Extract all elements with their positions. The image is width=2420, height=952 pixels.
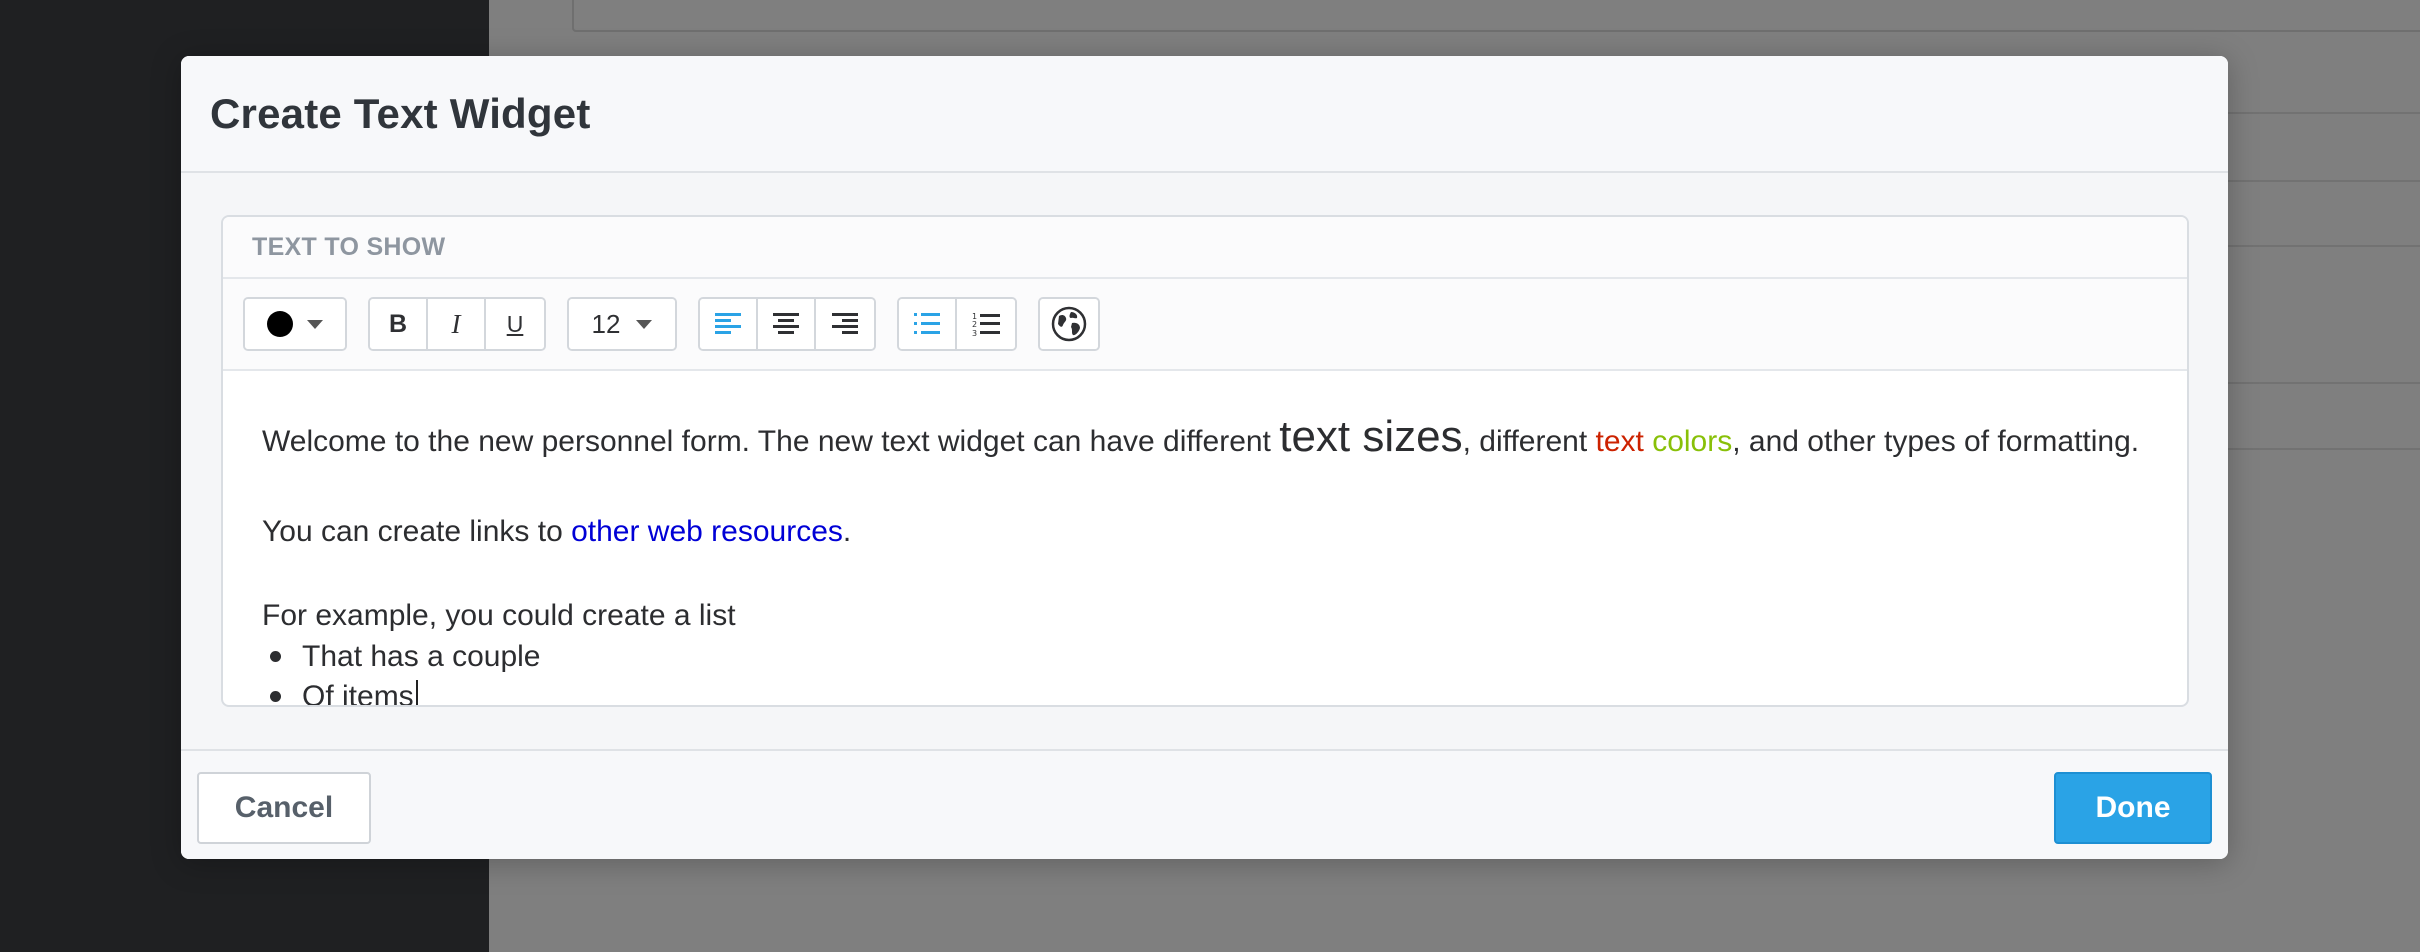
done-button[interactable]: Done: [2054, 772, 2212, 844]
rich-text-editor[interactable]: Welcome to the new personnel form. The n…: [223, 371, 2187, 707]
list-item: That has a couple: [262, 637, 2149, 677]
insert-link-button[interactable]: [1040, 299, 1098, 349]
background-divider: [2220, 448, 2420, 450]
list-item-text: Of items: [302, 679, 414, 707]
red-text: text: [1595, 425, 1644, 458]
bullet-list-icon: [914, 313, 940, 334]
numbered-list-icon: 1 2 3: [972, 312, 1000, 337]
numbered-list-button[interactable]: 1 2 3: [957, 299, 1015, 349]
editor-paragraph: For example, you could create a list: [262, 599, 736, 633]
green-text: colors: [1652, 425, 1733, 458]
align-right-icon: [832, 313, 858, 334]
svg-text:3: 3: [972, 329, 977, 337]
align-center-button[interactable]: [758, 299, 816, 349]
list-item-text: That has a couple: [302, 639, 541, 673]
editor-text: , different: [1462, 425, 1596, 458]
chevron-down-icon: [307, 319, 323, 329]
formatting-toolbar: B I U 12 1 2 3: [223, 279, 2187, 371]
font-size-value: 12: [591, 308, 621, 339]
bold-button[interactable]: B: [370, 299, 428, 349]
dialog-footer: Cancel Done: [181, 749, 2228, 859]
editor-text: .: [842, 514, 852, 548]
background-divider: [2220, 112, 2420, 114]
chevron-down-icon: [636, 319, 653, 329]
align-left-icon: [715, 313, 741, 334]
bullet-icon: [270, 651, 281, 662]
dialog-title: Create Text Widget: [210, 89, 591, 137]
editor-paragraph: You can create links to other web resour…: [262, 511, 2149, 552]
align-left-button[interactable]: [700, 299, 758, 349]
bullet-list: That has a couple Of items: [262, 637, 2149, 707]
list-item: Of items: [262, 677, 2149, 707]
align-center-icon: [773, 313, 799, 334]
globe-icon: [1051, 306, 1087, 342]
web-resources-link[interactable]: other web resources: [571, 515, 843, 548]
text-color-dropdown[interactable]: [245, 299, 345, 349]
editor-text: , and other types of formatting.: [1732, 425, 2140, 458]
align-right-button[interactable]: [816, 299, 874, 349]
editor-text: [1644, 425, 1652, 458]
dialog-header: Create Text Widget: [181, 56, 2228, 173]
editor-paragraph: Welcome to the new personnel form. The n…: [262, 407, 2149, 468]
background-divider: [2220, 382, 2420, 384]
svg-text:2: 2: [972, 320, 977, 329]
list-group: 1 2 3: [897, 297, 1017, 351]
text-editor-panel: TEXT TO SHOW B I U 12 1 2 3 Welcome to t…: [221, 215, 2189, 707]
background-panel: [572, 0, 2420, 32]
editor-text: Welcome to the new personnel form. The n…: [262, 425, 1280, 458]
color-swatch-icon: [267, 311, 293, 337]
editor-text: You can create links to: [262, 514, 572, 548]
italic-button[interactable]: I: [428, 299, 486, 349]
cancel-button[interactable]: Cancel: [197, 772, 371, 844]
color-group: [243, 297, 347, 351]
font-size-group: 12: [567, 297, 677, 351]
bullet-list-button[interactable]: [899, 299, 957, 349]
style-group: B I U: [368, 297, 546, 351]
create-text-widget-dialog: Create Text Widget TEXT TO SHOW B I U 12: [181, 56, 2228, 859]
panel-label-row: TEXT TO SHOW: [223, 217, 2187, 279]
alignment-group: [698, 297, 876, 351]
panel-label: TEXT TO SHOW: [252, 232, 446, 261]
underline-button[interactable]: U: [486, 299, 544, 349]
large-text: text sizes: [1279, 412, 1463, 461]
background-divider: [2220, 180, 2420, 182]
link-group: [1038, 297, 1100, 351]
background-divider: [2220, 245, 2420, 247]
text-cursor: [415, 679, 418, 705]
font-size-dropdown[interactable]: 12: [569, 299, 675, 349]
bullet-icon: [270, 691, 281, 702]
